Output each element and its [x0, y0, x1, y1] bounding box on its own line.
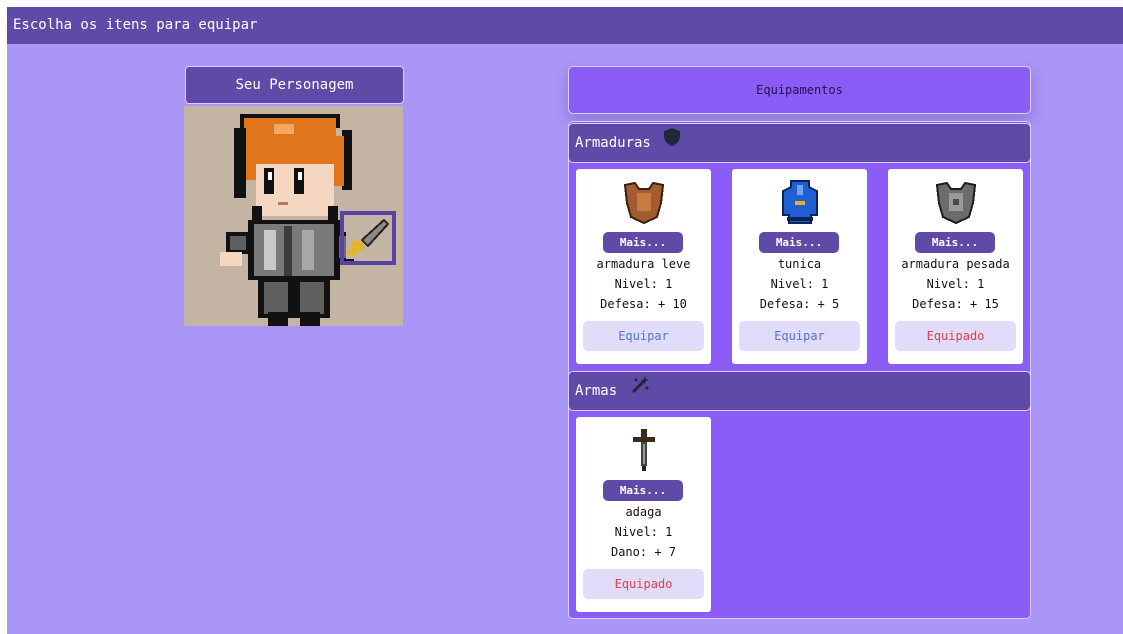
more-button[interactable]: Mais...	[603, 480, 683, 501]
tunic-icon	[732, 179, 867, 227]
item-name: armadura leve	[596, 257, 691, 271]
item-stat: Defesa: + 10	[600, 297, 687, 311]
section-weapons: Armas	[568, 371, 1031, 411]
character-title: Seu Personagem	[185, 66, 404, 104]
section-armor-title: Armaduras	[575, 135, 651, 151]
armor-card-heavy: Mais... armadura pesada Nivel: 1 Defesa:…	[888, 169, 1023, 364]
leather-armor-icon	[576, 179, 711, 227]
more-button[interactable]: Mais...	[759, 232, 839, 253]
item-stat: Defesa: + 5	[759, 297, 840, 311]
section-weapons-title: Armas	[575, 383, 618, 399]
item-level: Nivel: 1	[926, 277, 985, 291]
shield-icon	[663, 124, 681, 162]
equip-button[interactable]: Equipar	[583, 321, 704, 351]
heavy-armor-icon	[888, 179, 1023, 227]
equip-button[interactable]: Equipar	[739, 321, 860, 351]
page-header: Escolha os itens para equipar	[7, 7, 1123, 44]
more-button[interactable]: Mais...	[915, 232, 995, 253]
armor-card-tunic: Mais... tunica Nivel: 1 Defesa: + 5 Equi…	[732, 169, 867, 364]
item-level: Nivel: 1	[614, 277, 673, 291]
item-level: Nivel: 1	[770, 277, 829, 291]
character-sprite-icon	[220, 114, 396, 326]
magic-wand-icon	[630, 372, 650, 410]
equipped-button[interactable]: Equipado	[895, 321, 1016, 351]
equipped-button[interactable]: Equipado	[583, 569, 704, 599]
equipment-header: Equipamentos	[568, 66, 1031, 114]
item-name: armadura pesada	[901, 257, 1010, 271]
game-screen: Escolha os itens para equipar Seu Person…	[7, 7, 1123, 634]
dagger-icon	[576, 427, 711, 475]
item-stat: Dano: + 7	[610, 545, 677, 559]
more-button[interactable]: Mais...	[603, 232, 683, 253]
section-armor: Armaduras	[568, 123, 1031, 163]
character-portrait	[184, 106, 403, 326]
item-stat: Defesa: + 15	[912, 297, 999, 311]
item-name: adaga	[625, 505, 662, 519]
weapon-card-dagger: Mais... adaga Nivel: 1 Dano: + 7 Equipad…	[576, 417, 711, 612]
item-name: tunica	[777, 257, 822, 271]
armor-card-light: Mais... armadura leve Nivel: 1 Defesa: +…	[576, 169, 711, 364]
item-level: Nivel: 1	[614, 525, 673, 539]
